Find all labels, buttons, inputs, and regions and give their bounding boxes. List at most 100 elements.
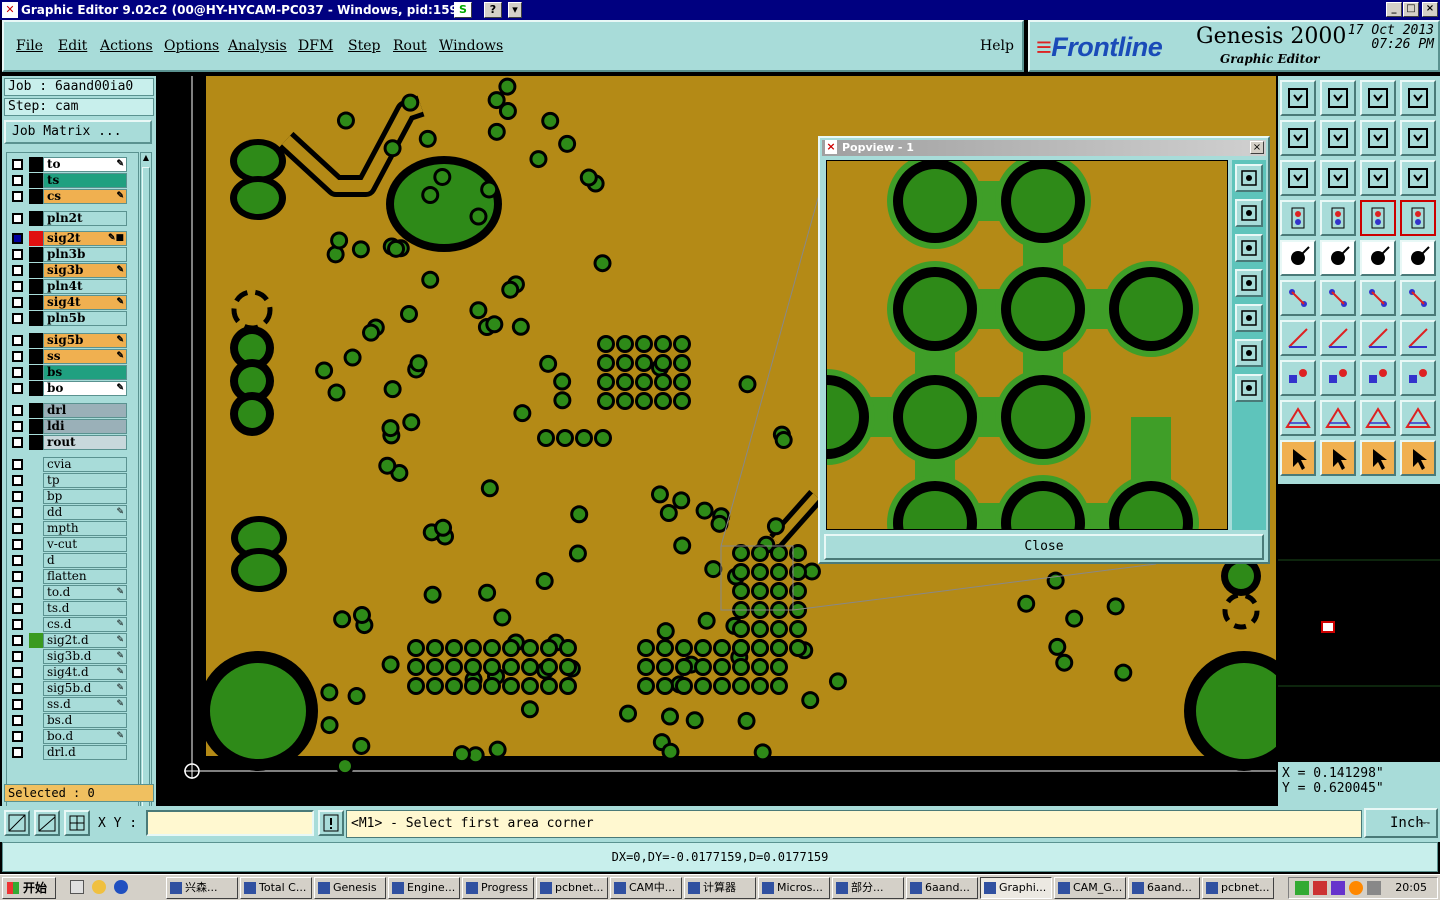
layer-name[interactable]: cvia xyxy=(43,457,127,472)
layer-affected-marker[interactable] xyxy=(29,713,43,728)
line-add-icon[interactable] xyxy=(1360,280,1396,316)
layer-name[interactable]: bp xyxy=(43,489,127,504)
layer-row-bo[interactable]: bo ✎ xyxy=(7,381,138,396)
layer-affected-marker[interactable] xyxy=(29,569,43,584)
layer-checkbox[interactable] xyxy=(12,297,23,308)
net-icon[interactable] xyxy=(1360,360,1396,396)
taskbar-item[interactable]: CAM_G... xyxy=(1054,877,1126,899)
scale-icon[interactable] xyxy=(1360,160,1396,196)
layer-checkbox[interactable] xyxy=(12,475,23,486)
split-icon[interactable] xyxy=(1400,320,1436,356)
layer-affected-marker[interactable] xyxy=(29,333,43,348)
menu-actions[interactable]: Actions xyxy=(100,38,153,54)
menu-edit[interactable]: Edit xyxy=(58,38,87,54)
home-icon[interactable] xyxy=(1360,80,1396,116)
flip-icon[interactable] xyxy=(1400,120,1436,156)
snap-icon[interactable] xyxy=(4,810,30,836)
layer-checkbox[interactable] xyxy=(12,683,23,694)
pan-right-icon[interactable] xyxy=(1320,120,1356,156)
layer-name[interactable]: pln2t xyxy=(43,211,127,226)
layer-name[interactable]: bo.d ✎ xyxy=(43,729,127,744)
layer-name[interactable]: sig5b.d ✎ xyxy=(43,681,127,696)
record-icon[interactable] xyxy=(1400,240,1436,276)
switcher-icon[interactable]: S xyxy=(454,2,472,18)
layer-checkbox[interactable] xyxy=(12,539,23,550)
slash-icon[interactable] xyxy=(1320,320,1356,356)
layer-affected-marker[interactable] xyxy=(29,263,43,278)
job-matrix-button[interactable]: Job Matrix ... xyxy=(4,120,152,144)
layer-checkbox[interactable] xyxy=(12,313,23,324)
angle-line-icon[interactable] xyxy=(1280,320,1316,356)
ruler-icon[interactable] xyxy=(1360,240,1396,276)
layer-name[interactable]: cs ✎ xyxy=(43,189,127,204)
layer-affected-marker[interactable] xyxy=(29,697,43,712)
layer-row-ts[interactable]: ts xyxy=(7,173,138,188)
layer-row-drl[interactable]: drl xyxy=(7,403,138,418)
layer-checkbox[interactable] xyxy=(12,335,23,346)
layer-checkbox[interactable] xyxy=(12,667,23,678)
taskbar-item[interactable]: Genesis xyxy=(314,877,386,899)
start-button[interactable]: 开始 xyxy=(2,877,56,899)
layer-name[interactable]: dd ✎ xyxy=(43,505,127,520)
layer-affected-marker[interactable] xyxy=(29,665,43,680)
zoom-down-icon[interactable] xyxy=(1320,80,1356,116)
layer-name[interactable]: rout xyxy=(43,435,127,450)
taskbar-item[interactable]: Engine... xyxy=(388,877,460,899)
layer-checkbox[interactable] xyxy=(12,159,23,170)
triangle-icon[interactable] xyxy=(1280,400,1316,436)
layer-row-to[interactable]: to ✎ xyxy=(7,157,138,172)
layer-row-ss.d[interactable]: ss.d ✎ xyxy=(7,697,138,712)
layer-affected-marker[interactable] xyxy=(29,403,43,418)
quicklaunch-clock-icon[interactable] xyxy=(92,880,106,894)
layer-affected-marker[interactable] xyxy=(29,681,43,696)
layer-row-to.d[interactable]: to.d ✎ xyxy=(7,585,138,600)
layer-row-sig2t.d[interactable]: sig2t.d ✎ xyxy=(7,633,138,648)
layer-affected-marker[interactable] xyxy=(29,189,43,204)
layer-row-mpth[interactable]: mpth xyxy=(7,521,138,536)
quicklaunch-browser-icon[interactable] xyxy=(114,880,128,894)
layer-row-bp[interactable]: bp xyxy=(7,489,138,504)
fit-icon[interactable] xyxy=(1280,160,1316,196)
layer-affected-marker[interactable] xyxy=(29,295,43,310)
angle-icon[interactable] xyxy=(34,810,60,836)
cross-icon[interactable] xyxy=(1320,280,1356,316)
layer-row-ss[interactable]: ss ✎ xyxy=(7,349,138,364)
arc-icon[interactable] xyxy=(1360,320,1396,356)
layer-affected-marker[interactable] xyxy=(29,279,43,294)
taskbar-item[interactable]: Graphi... xyxy=(980,877,1052,899)
move-up-icon[interactable] xyxy=(1235,199,1263,227)
layer-affected-marker[interactable] xyxy=(29,601,43,616)
layer-checkbox[interactable] xyxy=(12,405,23,416)
layer-row-dd[interactable]: dd ✎ xyxy=(7,505,138,520)
tray-icon-1[interactable] xyxy=(1295,881,1309,895)
connect-icon[interactable] xyxy=(1280,280,1316,316)
zoom-out-icon[interactable] xyxy=(1235,339,1263,367)
layer-row-d[interactable]: d xyxy=(7,553,138,568)
layer-checkbox[interactable] xyxy=(12,383,23,394)
layer-affected-marker[interactable] xyxy=(29,745,43,760)
taskbar-item[interactable]: 6aand... xyxy=(906,877,978,899)
layer-checkbox[interactable] xyxy=(12,747,23,758)
menu-rout[interactable]: Rout xyxy=(393,38,427,54)
layer-row-sig4t.d[interactable]: sig4t.d ✎ xyxy=(7,665,138,680)
quicklaunch-desktop-icon[interactable] xyxy=(70,880,84,894)
layer-checkbox[interactable] xyxy=(12,191,23,202)
layer-checkbox[interactable] xyxy=(12,459,23,470)
triangle2-icon[interactable] xyxy=(1320,400,1356,436)
layer-row-pln3b[interactable]: pln3b xyxy=(7,247,138,262)
layer-name[interactable]: bs.d xyxy=(43,713,127,728)
tray-icon-2[interactable] xyxy=(1313,881,1327,895)
layer-affected-marker[interactable] xyxy=(29,211,43,226)
layer-checkbox[interactable] xyxy=(12,281,23,292)
layer-name[interactable]: sig2t.d ✎ xyxy=(43,633,127,648)
center-icon[interactable] xyxy=(1320,160,1356,196)
scroll-up-icon[interactable]: ▲ xyxy=(141,153,151,163)
layer-name[interactable]: v-cut xyxy=(43,537,127,552)
layer-row-bo.d[interactable]: bo.d ✎ xyxy=(7,729,138,744)
layer-name[interactable]: ts xyxy=(43,173,127,188)
layer-name[interactable]: sig3b ✎ xyxy=(43,263,127,278)
layer-affected-marker[interactable] xyxy=(29,649,43,664)
layer-affected-marker[interactable] xyxy=(29,365,43,380)
layer-checkbox[interactable] xyxy=(12,367,23,378)
layer-row-ts.d[interactable]: ts.d xyxy=(7,601,138,616)
